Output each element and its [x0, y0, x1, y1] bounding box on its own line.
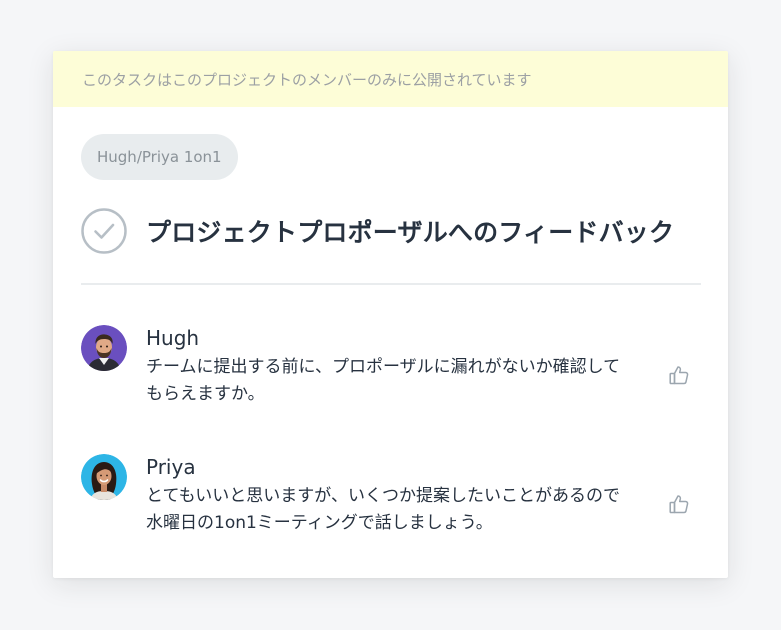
thumbs-up-icon[interactable] — [667, 492, 691, 516]
comment-text: チームに提出する前に、プロポーザルに漏れがないか確認してもらえますか。 — [146, 357, 621, 404]
visibility-banner-text: このタスクはこのプロジェクトのメンバーのみに公開されています — [82, 70, 532, 89]
comment-body: Hugh チームに提出する前に、プロポーザルに漏れがないか確認してもらえますか。 — [146, 325, 701, 408]
comment-author[interactable]: Hugh — [146, 326, 701, 350]
avatar-priya[interactable] — [81, 454, 127, 500]
comment-author[interactable]: Priya — [146, 455, 701, 479]
project-pill[interactable]: Hugh/Priya 1on1 — [81, 134, 238, 180]
divider — [81, 283, 701, 285]
thumbs-up-icon[interactable] — [667, 363, 691, 387]
task-title[interactable]: プロジェクトプロポーザルへのフィードバック — [146, 213, 674, 249]
comment-item: Hugh チームに提出する前に、プロポーザルに漏れがないか確認してもらえますか。 — [81, 325, 701, 408]
task-title-row: プロジェクトプロポーザルへのフィードバック — [81, 208, 701, 254]
comment-item: Priya とてもいいと思いますが、いくつか提案したいことがあるので水曜日の1o… — [81, 454, 701, 537]
task-card: このタスクはこのプロジェクトのメンバーのみに公開されています Hugh/Priy… — [53, 51, 728, 578]
comment-body: Priya とてもいいと思いますが、いくつか提案したいことがあるので水曜日の1o… — [146, 454, 701, 537]
avatar-hugh[interactable] — [81, 325, 127, 371]
visibility-banner: このタスクはこのプロジェクトのメンバーのみに公開されています — [53, 51, 728, 107]
comment-text: とてもいいと思いますが、いくつか提案したいことがあるので水曜日の1on1ミーティ… — [146, 486, 620, 533]
complete-check-icon[interactable] — [81, 208, 127, 254]
project-pill-label: Hugh/Priya 1on1 — [97, 148, 222, 166]
